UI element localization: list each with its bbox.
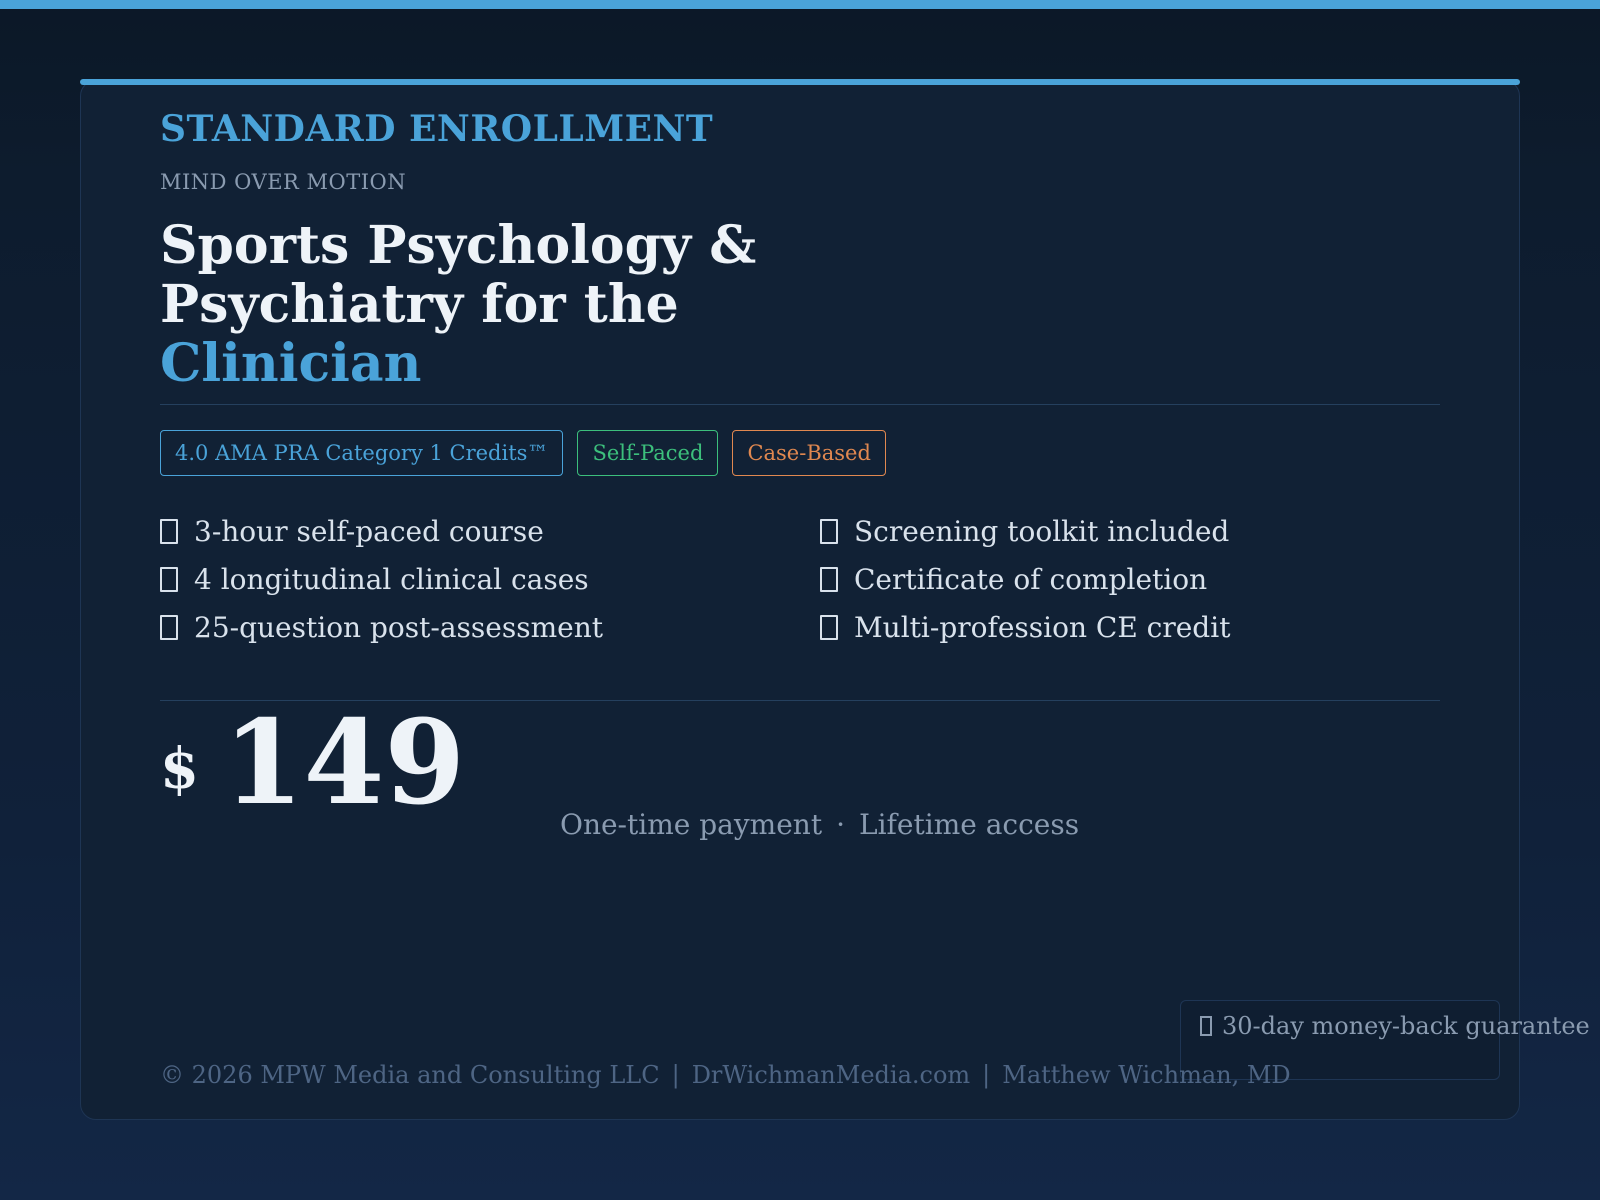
feature-item: Screening toolkit included	[820, 514, 1440, 548]
feature-text: Certificate of completion	[854, 562, 1208, 596]
footer-copyright: © 2026 MPW Media and Consulting LLC	[160, 1061, 660, 1089]
divider-top	[160, 404, 1440, 405]
case-based-badge: Case-Based	[732, 430, 886, 476]
feature-item: 4 longitudinal clinical cases	[160, 562, 820, 596]
feature-text: Screening toolkit included	[854, 514, 1230, 548]
footer: © 2026 MPW Media and Consulting LLC | DrWi…	[160, 1061, 1291, 1089]
feature-text: 4 longitudinal clinical cases	[194, 562, 589, 596]
payment-separator: ·	[836, 808, 845, 841]
feature-text: Multi-profession CE credit	[854, 610, 1231, 644]
check-icon	[820, 518, 838, 544]
footer-website: DrWichmanMedia.com	[691, 1061, 971, 1089]
credits-badge: 4.0 AMA PRA Category 1 Credits™	[160, 430, 564, 476]
access-note: Lifetime access	[859, 808, 1080, 841]
price: $ 149	[160, 695, 466, 831]
feature-item: Certificate of completion	[820, 562, 1440, 596]
price-currency: $	[160, 736, 199, 802]
check-icon	[160, 518, 178, 544]
feature-text: 25-question post-assessment	[194, 610, 603, 644]
guarantee-text: 30-day money-back guarantee	[1222, 1012, 1590, 1040]
check-icon	[820, 566, 838, 592]
payment-terms: One-time payment · Lifetime access	[560, 808, 1079, 841]
price-amount: 149	[222, 695, 466, 831]
feature-item: Multi-profession CE credit	[820, 610, 1440, 644]
check-icon	[160, 566, 178, 592]
payment-note: One-time payment	[560, 808, 823, 841]
guarantee: 30-day money-back guarantee	[1200, 1012, 1590, 1040]
top-accent-bar	[0, 0, 1600, 9]
self-paced-badge: Self-Paced	[577, 430, 719, 476]
card-accent-bar	[80, 79, 1520, 85]
feature-list: 3-hour self-paced course Screening toolk…	[160, 514, 1440, 644]
shield-icon	[1200, 1016, 1212, 1036]
enrollment-label: STANDARD ENROLLMENT	[160, 108, 714, 150]
course-title: Sports Psychology & Psychiatry for the C…	[160, 216, 756, 393]
course-title-line-1: Sports Psychology &	[160, 215, 757, 276]
badge-row: 4.0 AMA PRA Category 1 Credits™ Self-Pac…	[160, 430, 886, 476]
footer-separator: |	[982, 1061, 991, 1089]
course-title-line-2: Psychiatry for the	[160, 274, 679, 335]
course-title-accent: Clinician	[160, 333, 422, 394]
feature-item: 25-question post-assessment	[160, 610, 820, 644]
feature-item: 3-hour self-paced course	[160, 514, 820, 548]
check-icon	[160, 614, 178, 640]
footer-author: Matthew Wichman, MD	[1002, 1061, 1291, 1089]
check-icon	[820, 614, 838, 640]
feature-text: 3-hour self-paced course	[194, 514, 544, 548]
brand-name: MIND OVER MOTION	[160, 170, 407, 194]
footer-separator: |	[671, 1061, 680, 1089]
